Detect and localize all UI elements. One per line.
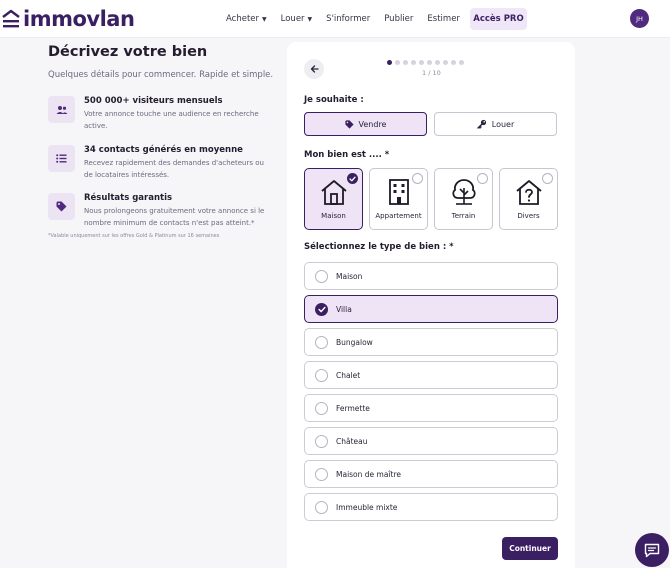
subtype-fermette[interactable]: Fermette <box>304 394 558 422</box>
subtype-maison[interactable]: Maison <box>304 262 558 290</box>
progress-dot <box>411 60 416 65</box>
form-card: 1 / 10 Je souhaite : Vendre Louer Mon bi… <box>287 42 575 568</box>
feature-title: Résultats garantis <box>84 193 173 203</box>
option-label: Immeuble mixte <box>336 502 398 512</box>
progress-dot <box>419 60 424 65</box>
progress-dots <box>387 60 467 65</box>
radio-icon <box>315 434 328 448</box>
type-card-appartement[interactable]: Appartement <box>369 168 428 230</box>
subtype-chalet[interactable]: Chalet <box>304 361 558 389</box>
type-card-terrain[interactable]: Terrain <box>434 168 493 230</box>
check-icon <box>347 173 358 184</box>
page-subtitle: Quelques détails pour commencer. Rapide … <box>48 70 274 80</box>
option-label: Villa <box>336 304 352 314</box>
nav-label: Estimer <box>427 14 460 24</box>
progress-dot <box>395 60 400 65</box>
radio-icon <box>315 368 328 382</box>
radio-icon <box>315 335 328 349</box>
type-card-divers[interactable]: Divers <box>499 168 558 230</box>
nav-label: S'informer <box>326 14 371 24</box>
feature-desc: Votre annonce touche une audience en rec… <box>84 110 259 130</box>
step-counter: 1 / 10 <box>422 69 441 77</box>
feature-title: 500 000+ visiteurs mensuels <box>84 96 223 106</box>
list-icon <box>48 145 75 172</box>
chevron-down-icon: ▼ <box>262 15 267 23</box>
vendre-label: Vendre <box>358 119 387 129</box>
progress-dot <box>403 60 408 65</box>
radio-icon <box>542 173 553 184</box>
property-label: Mon bien est .... * <box>304 150 390 160</box>
question-house-icon <box>516 180 542 205</box>
check-icon <box>315 302 328 316</box>
louer-label: Louer <box>491 119 515 129</box>
footnote: *Valable uniquement sur les offres Gold … <box>48 233 220 239</box>
trees-icon <box>452 179 476 205</box>
chevron-down-icon: ▼ <box>307 15 313 23</box>
nav-acheter[interactable]: Acheter ▼ <box>226 14 267 24</box>
subtype-label: Sélectionnez le type de bien : * <box>304 242 454 252</box>
back-button[interactable] <box>304 59 324 79</box>
option-label: Maison de maître <box>336 469 402 479</box>
tag-icon <box>344 119 354 129</box>
option-label: Bungalow <box>336 337 373 347</box>
subtype-villa[interactable]: Villa <box>304 295 558 323</box>
nav-label: Louer <box>280 14 305 24</box>
progress-dot <box>443 60 448 65</box>
feature-desc: Nous prolongeons gratuitement votre anno… <box>84 207 265 227</box>
type-card-label: Appartement <box>375 212 422 220</box>
user-avatar[interactable]: JH <box>630 9 649 28</box>
immovlan-logo[interactable]: immovlan <box>2 6 135 32</box>
arrow-left-icon <box>310 65 319 73</box>
type-card-label: Divers <box>517 212 540 220</box>
radio-icon <box>412 173 423 184</box>
users-icon <box>48 96 75 123</box>
page-title: Décrivez votre bien <box>48 44 208 60</box>
radio-icon <box>315 401 328 415</box>
nav-label: Publier <box>384 14 414 24</box>
continue-button[interactable]: Continuer <box>502 537 558 560</box>
louer-button[interactable]: Louer <box>434 112 557 136</box>
nav-label: Acheter <box>226 14 260 24</box>
radio-icon <box>315 467 328 481</box>
type-card-label: Maison <box>321 212 346 220</box>
subtype-immeuble-mixte[interactable]: Immeuble mixte <box>304 493 558 521</box>
nav-louer[interactable]: Louer ▼ <box>281 14 313 24</box>
option-label: Maison <box>336 271 363 281</box>
top-header: immovlan Acheter ▼ Louer ▼ S'informer Publ… <box>0 0 670 38</box>
option-label: Château <box>336 436 368 446</box>
radio-icon <box>477 173 488 184</box>
progress-dot <box>451 60 456 65</box>
subtype-chateau[interactable]: Château <box>304 427 558 455</box>
chat-icon <box>644 543 660 557</box>
main-nav: Acheter ▼ Louer ▼ S'informer Publier Estim… <box>226 8 474 30</box>
chat-button[interactable] <box>635 533 669 567</box>
vendre-button[interactable]: Vendre <box>304 112 427 136</box>
logo-icon <box>2 9 20 28</box>
radio-icon <box>315 269 328 283</box>
house-icon <box>321 180 347 205</box>
nav-publier[interactable]: Publier <box>384 14 413 24</box>
building-icon <box>389 179 409 205</box>
tag-icon <box>48 193 75 220</box>
option-label: Chalet <box>336 370 361 380</box>
feature-desc: Recevez rapidement des demandes d'achete… <box>84 159 264 179</box>
feature-title: 34 contacts générés en moyenne <box>84 145 243 155</box>
acces-pro-button[interactable]: Accès PRO <box>470 8 527 30</box>
key-icon <box>477 119 487 129</box>
subtype-bungalow[interactable]: Bungalow <box>304 328 558 356</box>
intent-label: Je souhaite : <box>304 95 364 105</box>
progress-dot <box>427 60 432 65</box>
radio-icon <box>315 500 328 514</box>
nav-sinformer[interactable]: S'informer <box>326 14 370 24</box>
option-label: Fermette <box>336 403 370 413</box>
subtype-maison-de-maitre[interactable]: Maison de maître <box>304 460 558 488</box>
progress-dot <box>459 60 464 65</box>
progress-dot <box>435 60 440 65</box>
logo-text: immovlan <box>23 7 135 31</box>
nav-estimer[interactable]: Estimer <box>427 14 460 24</box>
progress-dot-active <box>387 60 392 65</box>
type-card-label: Terrain <box>451 212 476 220</box>
type-card-maison[interactable]: Maison <box>304 168 363 230</box>
